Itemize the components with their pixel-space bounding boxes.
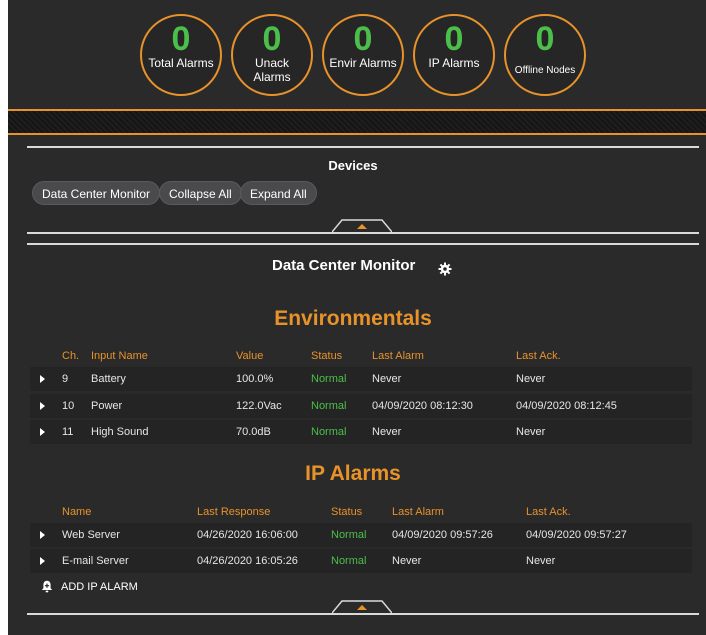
expand-arrow-icon[interactable] <box>40 531 45 539</box>
last-ack-cell: Never <box>526 555 556 567</box>
column-header: Last Alarm <box>392 506 444 518</box>
ip-alarms-title: IP Alarms <box>305 462 401 485</box>
name-cell: Web Server <box>62 529 120 541</box>
counter-value: 0 <box>444 20 464 58</box>
table-row[interactable]: E-mail Server 04/26/2020 16:05:26 Normal… <box>30 549 692 573</box>
value-cell: 122.0Vac <box>236 400 282 412</box>
counter-label: Offline Nodes <box>514 65 576 76</box>
collapse-all-button[interactable]: Collapse All <box>159 181 242 205</box>
table-row[interactable]: 10 Power 122.0Vac Normal 04/09/2020 08:1… <box>30 394 692 418</box>
table-row[interactable]: Web Server 04/26/2020 16:06:00 Normal 04… <box>30 523 692 547</box>
counter-label: Envir Alarms <box>329 56 397 70</box>
data-center-monitor-button[interactable]: Data Center Monitor <box>32 181 161 205</box>
status-cell: Normal <box>311 400 347 412</box>
column-header: Last Response <box>197 506 271 518</box>
column-header: Input Name <box>91 350 148 362</box>
envir-alarms-counter[interactable]: 0 Envir Alarms <box>322 14 404 96</box>
last-ack-cell: 04/09/2020 08:12:45 <box>516 400 617 412</box>
last-alarm-cell: Never <box>372 426 402 438</box>
total-alarms-counter[interactable]: 0 Total Alarms <box>140 14 222 96</box>
counter-label: Unack Alarms <box>253 56 291 84</box>
status-cell: Normal <box>331 555 367 567</box>
offline-nodes-counter[interactable]: 0 Offline Nodes <box>504 14 586 96</box>
ip-alarms-counter[interactable]: 0 IP Alarms <box>413 14 495 96</box>
input-name-cell: Power <box>91 400 123 412</box>
column-header: Last Alarm <box>372 350 424 362</box>
unack-alarms-counter[interactable]: 0 Unack Alarms <box>231 14 313 96</box>
separator-stripe <box>8 111 706 133</box>
devices-title: Devices <box>328 158 378 173</box>
last-response-cell: 04/26/2020 16:06:00 <box>197 529 298 541</box>
device-title: Data Center Monitor <box>272 257 416 274</box>
column-header: Last Ack. <box>516 350 561 362</box>
channel-cell: 10 <box>62 400 75 412</box>
input-name-cell: Battery <box>91 373 126 385</box>
bell-plus-icon <box>41 580 53 593</box>
last-response-cell: 04/26/2020 16:05:26 <box>197 555 298 567</box>
divider <box>27 613 699 615</box>
channel-cell: 9 <box>62 373 69 385</box>
counter-label: IP Alarms <box>428 56 480 70</box>
divider <box>27 243 699 245</box>
counter-value: 0 <box>171 20 191 58</box>
divider <box>27 146 699 148</box>
counter-value: 0 <box>535 20 555 58</box>
last-ack-cell: 04/09/2020 09:57:27 <box>526 529 627 541</box>
last-ack-cell: Never <box>516 373 546 385</box>
status-cell: Normal <box>331 529 367 541</box>
last-ack-cell: Never <box>516 426 546 438</box>
last-alarm-cell: Never <box>372 373 402 385</box>
expand-all-button[interactable]: Expand All <box>240 181 317 205</box>
column-header: Ch. <box>62 350 80 362</box>
column-header: Value <box>236 350 264 362</box>
expand-arrow-icon[interactable] <box>40 428 45 436</box>
last-alarm-cell: 04/09/2020 08:12:30 <box>372 400 473 412</box>
value-cell: 70.0dB <box>236 426 271 438</box>
environmentals-title: Environmentals <box>274 307 432 330</box>
add-ip-alarm-button[interactable]: ADD IP ALARM <box>41 580 138 593</box>
name-cell: E-mail Server <box>62 555 129 567</box>
table-row[interactable]: 9 Battery 100.0% Normal Never Never <box>30 367 692 391</box>
column-header: Status <box>311 350 343 362</box>
status-cell: Normal <box>311 426 347 438</box>
expand-arrow-icon[interactable] <box>40 557 45 565</box>
table-row[interactable]: 11 High Sound 70.0dB Normal Never Never <box>30 420 692 444</box>
column-header: Last Ack. <box>526 506 571 518</box>
value-cell: 100.0% <box>236 373 274 385</box>
collapse-devices-handle[interactable] <box>332 219 392 233</box>
input-name-cell: High Sound <box>91 426 149 438</box>
collapse-monitor-handle[interactable] <box>332 600 392 614</box>
gear-icon[interactable] <box>438 262 452 276</box>
expand-arrow-icon[interactable] <box>40 402 45 410</box>
column-header: Name <box>62 506 92 518</box>
column-header: Status <box>331 506 363 518</box>
expand-arrow-icon[interactable] <box>40 375 45 383</box>
counter-label: Total Alarms <box>148 56 214 70</box>
last-alarm-cell: 04/09/2020 09:57:26 <box>392 529 493 541</box>
add-ip-alarm-label: ADD IP ALARM <box>61 580 138 593</box>
alarm-counters: 0 Total Alarms 0 Unack Alarms 0 Envir Al… <box>140 14 586 96</box>
last-alarm-cell: Never <box>392 555 422 567</box>
status-cell: Normal <box>311 373 347 385</box>
divider <box>27 232 699 234</box>
counter-value: 0 <box>262 20 282 58</box>
channel-cell: 11 <box>62 426 74 438</box>
counter-value: 0 <box>353 20 373 58</box>
